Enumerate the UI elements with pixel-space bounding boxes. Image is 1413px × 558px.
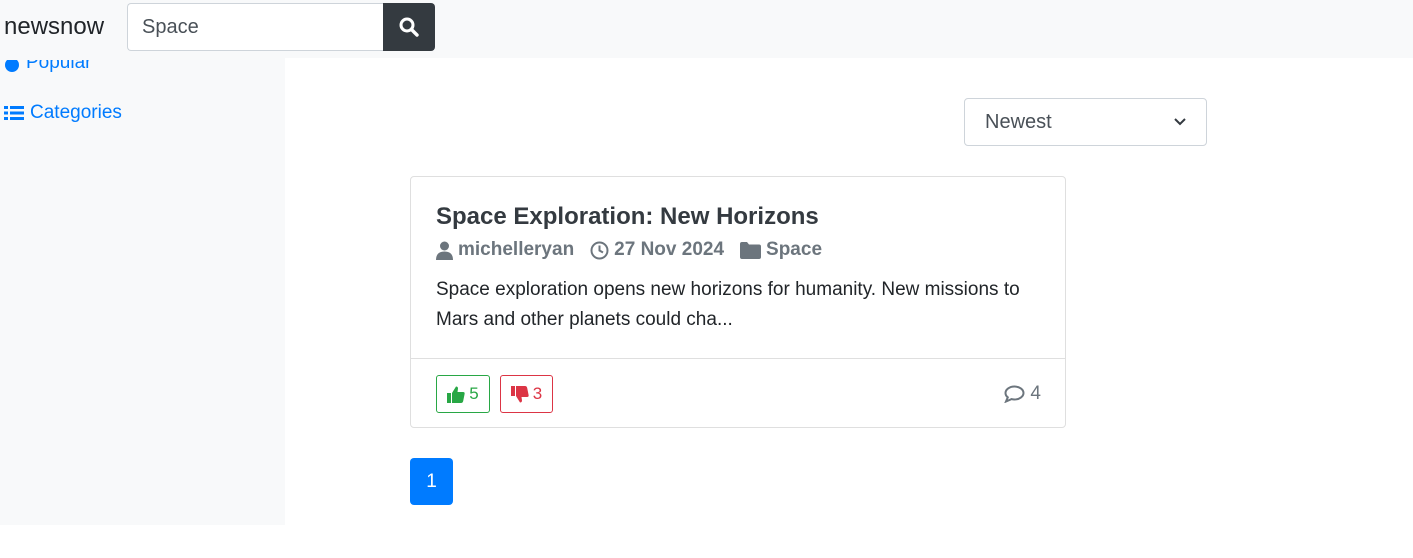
pagination-page-1[interactable]: 1 [410,458,453,505]
list-icon [4,106,24,120]
post-card: Space Exploration: New Horizons michelle… [410,176,1066,428]
comment-count: 4 [1030,383,1041,404]
comment-icon [1004,385,1025,403]
search-icon [399,17,419,37]
like-count: 5 [469,384,479,403]
dislike-count: 3 [532,384,543,403]
clock-icon [590,241,609,259]
post-category[interactable]: Space [766,239,822,261]
sidebar-item-label: Categories [30,102,122,123]
brand-logo[interactable]: newsnow [4,13,104,41]
post-meta: michelleryan 27 Nov 2024 Space [436,239,838,261]
post-title[interactable]: Space Exploration: New Horizons [436,203,819,231]
navbar: newsnow [0,0,1413,58]
post-date: 27 Nov 2024 [614,239,725,260]
sort-selected-value: Newest [985,110,1052,133]
user-icon [436,241,453,260]
thumbs-up-icon [447,386,465,403]
sort-select[interactable]: Newest [964,98,1207,146]
card-divider [411,358,1065,359]
post-author[interactable]: michelleryan [458,239,574,261]
folder-icon [740,241,762,259]
like-button[interactable]: 5 [436,375,490,413]
chevron-down-icon [1174,118,1186,126]
search-button[interactable] [383,3,435,51]
sidebar: Popular Categories [0,58,285,525]
search-input[interactable] [127,3,383,51]
dislike-button[interactable]: 3 [500,375,553,413]
post-excerpt: Space exploration opens new horizons for… [436,279,1020,330]
sidebar-item-categories[interactable]: Categories [4,102,122,124]
thumbs-down-icon [510,385,529,402]
comments-link[interactable]: 4 [1004,383,1041,405]
